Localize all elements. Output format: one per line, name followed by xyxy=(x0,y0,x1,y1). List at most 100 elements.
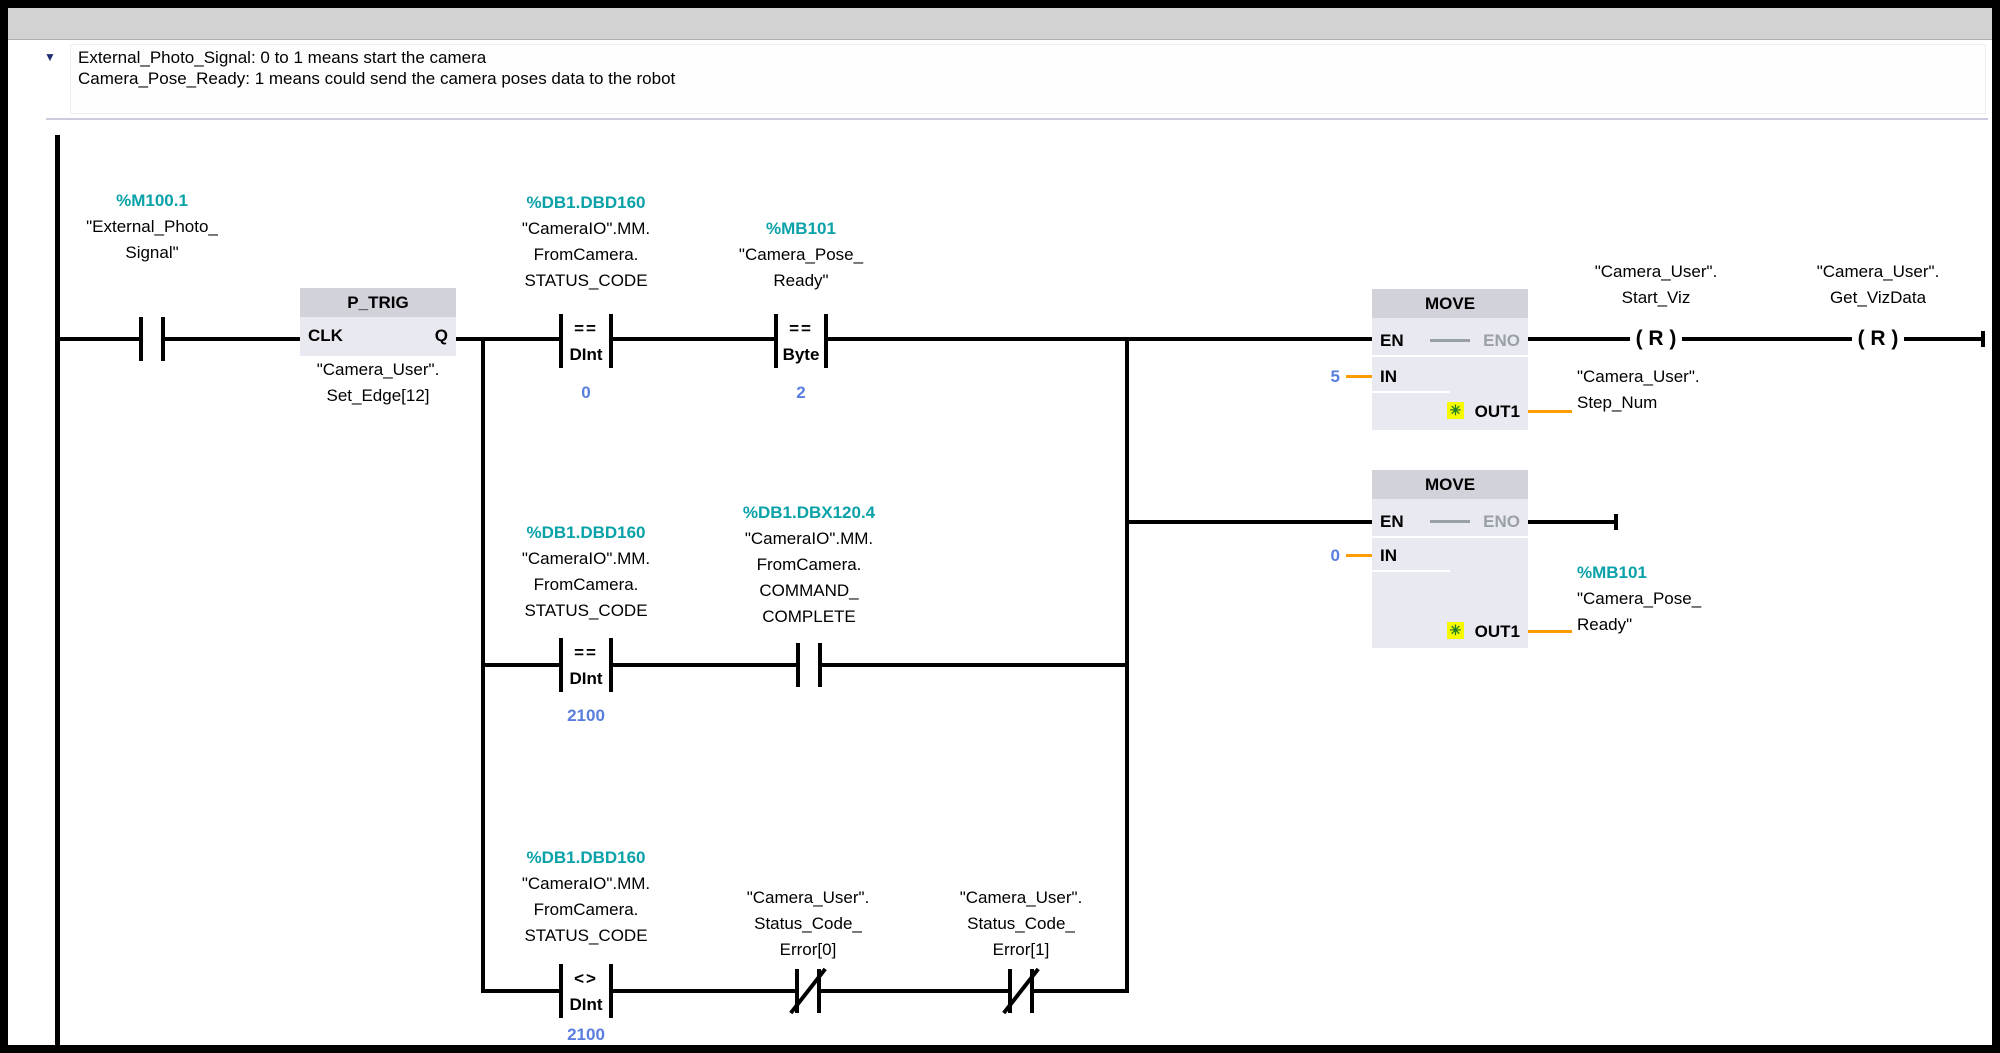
operand-line[interactable]: "Camera_User". xyxy=(1577,364,1700,390)
operand-line[interactable]: FromCamera. xyxy=(522,242,650,268)
address-text[interactable]: %DB1.DBD160 xyxy=(522,520,650,546)
operand-line[interactable]: "Camera_User". xyxy=(747,885,870,911)
window-border-left xyxy=(0,0,8,1053)
operand-label-status-code-1[interactable]: %DB1.DBD160 "CameraIO".MM. FromCamera. S… xyxy=(522,190,650,294)
operand-line[interactable]: "Camera_User". xyxy=(317,357,440,383)
comparator-operator[interactable]: == xyxy=(559,315,613,342)
pin-out1[interactable]: OUT1 xyxy=(1475,619,1520,645)
operand-line[interactable]: "Camera_Pose_ xyxy=(739,242,863,268)
pin-en[interactable]: EN xyxy=(1380,328,1404,354)
operand-line[interactable]: COMMAND_ xyxy=(743,578,875,604)
comparator-status-ne-2100[interactable]: <> DInt xyxy=(559,964,613,1018)
move2-in-value[interactable]: 0 xyxy=(1290,543,1340,569)
operand-line[interactable]: Status_Code_ xyxy=(747,911,870,937)
operand-line[interactable]: "CameraIO".MM. xyxy=(522,216,650,242)
no-contact-external-photo-signal[interactable] xyxy=(139,317,165,361)
comment-collapse-icon[interactable]: ▼ xyxy=(44,50,56,64)
operand-label-step-num[interactable]: "Camera_User". Step_Num xyxy=(1577,364,1700,416)
operand-label-status-code-2[interactable]: %DB1.DBD160 "CameraIO".MM. FromCamera. S… xyxy=(522,520,650,624)
comparator-pose-eq-2[interactable]: == Byte xyxy=(774,314,828,368)
operand-line[interactable]: FromCamera. xyxy=(743,552,875,578)
pin-in[interactable]: IN xyxy=(1380,364,1397,390)
operand-label-camera-pose-ready-out[interactable]: %MB101 "Camera_Pose_ Ready" xyxy=(1577,560,1701,638)
pin-eno[interactable]: ENO xyxy=(1483,328,1520,354)
operand-line[interactable]: Signal" xyxy=(86,240,218,266)
comparator-type[interactable]: DInt xyxy=(559,992,613,1017)
ptrig-box[interactable]: P_TRIG CLK Q xyxy=(300,288,456,356)
move1-title[interactable]: MOVE xyxy=(1372,289,1528,318)
operand-line[interactable]: COMPLETE xyxy=(743,604,875,630)
address-text[interactable]: %M100.1 xyxy=(86,188,218,214)
pin-clk[interactable]: CLK xyxy=(308,323,343,349)
comparator-operator[interactable]: == xyxy=(774,315,828,342)
operand-label-get-vizdata[interactable]: "Camera_User". Get_VizData xyxy=(1817,259,1940,311)
operand-label-status-code-3[interactable]: %DB1.DBD160 "CameraIO".MM. FromCamera. S… xyxy=(522,845,650,949)
address-text[interactable]: %MB101 xyxy=(1577,560,1701,586)
comparator-operator[interactable]: == xyxy=(559,639,613,666)
operand-line[interactable]: FromCamera. xyxy=(522,897,650,923)
operand-label-start-viz[interactable]: "Camera_User". Start_Viz xyxy=(1595,259,1718,311)
operand-line[interactable]: Ready" xyxy=(1577,612,1701,638)
comparator-value[interactable]: 2 xyxy=(796,380,805,406)
comparator-status-eq-0[interactable]: == DInt xyxy=(559,314,613,368)
comparator-type[interactable]: DInt xyxy=(559,666,613,691)
address-text[interactable]: %DB1.DBD160 xyxy=(522,190,650,216)
address-text[interactable]: %DB1.DBD160 xyxy=(522,845,650,871)
operand-label-set-edge[interactable]: "Camera_User". Set_Edge[12] xyxy=(317,357,440,409)
operand-line[interactable]: "Camera_User". xyxy=(960,885,1083,911)
operand-line[interactable]: FromCamera. xyxy=(522,572,650,598)
operand-line[interactable]: Get_VizData xyxy=(1817,285,1940,311)
pin-eno[interactable]: ENO xyxy=(1483,509,1520,535)
operand-label-camera-pose-ready-1[interactable]: %MB101 "Camera_Pose_ Ready" xyxy=(739,216,863,294)
comparator-type[interactable]: Byte xyxy=(774,342,828,367)
move2-title[interactable]: MOVE xyxy=(1372,470,1528,499)
operand-line[interactable]: STATUS_CODE xyxy=(522,598,650,624)
operand-line[interactable]: Ready" xyxy=(739,268,863,294)
operand-label-status-code-error1[interactable]: "Camera_User". Status_Code_ Error[1] xyxy=(960,885,1083,963)
new-value-star-icon: ✳ xyxy=(1447,402,1464,419)
reset-coil-start-viz[interactable]: ( R ) xyxy=(1630,324,1682,354)
nc-contact-status-code-error1[interactable] xyxy=(1008,969,1034,1013)
wire-move2-branch xyxy=(1125,520,1372,524)
comment-line-1[interactable]: External_Photo_Signal: 0 to 1 means star… xyxy=(78,47,486,68)
operand-line[interactable]: "External_Photo_ xyxy=(86,214,218,240)
comparator-operator[interactable]: <> xyxy=(559,965,613,992)
operand-line[interactable]: "CameraIO".MM. xyxy=(522,546,650,572)
operand-label-external-photo-signal[interactable]: %M100.1 "External_Photo_ Signal" xyxy=(86,188,218,266)
pin-in[interactable]: IN xyxy=(1380,543,1397,569)
ptrig-title[interactable]: P_TRIG xyxy=(300,288,456,317)
comparator-value[interactable]: 2100 xyxy=(567,703,605,729)
operand-label-command-complete[interactable]: %DB1.DBX120.4 "CameraIO".MM. FromCamera.… xyxy=(743,500,875,630)
address-text[interactable]: %MB101 xyxy=(739,216,863,242)
operand-line[interactable]: "CameraIO".MM. xyxy=(522,871,650,897)
pin-q[interactable]: Q xyxy=(435,323,448,349)
comparator-type[interactable]: DInt xyxy=(559,342,613,367)
operand-line[interactable]: Start_Viz xyxy=(1595,285,1718,311)
operand-label-status-code-error0[interactable]: "Camera_User". Status_Code_ Error[0] xyxy=(747,885,870,963)
operand-line[interactable]: "CameraIO".MM. xyxy=(743,526,875,552)
operand-line[interactable]: Step_Num xyxy=(1577,390,1700,416)
move1-box[interactable]: MOVE EN ENO IN ✳ OUT1 xyxy=(1372,289,1528,430)
left-power-rail xyxy=(55,135,60,1045)
move2-box[interactable]: MOVE EN ENO IN ✳ OUT1 xyxy=(1372,470,1528,648)
move1-in-value[interactable]: 5 xyxy=(1290,364,1340,390)
operand-line[interactable]: STATUS_CODE xyxy=(522,268,650,294)
operand-line[interactable]: "Camera_User". xyxy=(1817,259,1940,285)
comparator-value[interactable]: 0 xyxy=(581,380,590,406)
pin-en[interactable]: EN xyxy=(1380,509,1404,535)
operand-line[interactable]: Error[1] xyxy=(960,937,1083,963)
reset-coil-get-vizdata[interactable]: ( R ) xyxy=(1852,324,1904,354)
comment-line-2[interactable]: Camera_Pose_Ready: 1 means could send th… xyxy=(78,68,675,89)
window-border-right xyxy=(1992,0,2000,1053)
operand-line[interactable]: STATUS_CODE xyxy=(522,923,650,949)
nc-contact-status-code-error0[interactable] xyxy=(795,969,821,1013)
operand-line[interactable]: "Camera_User". xyxy=(1595,259,1718,285)
comparator-status-eq-2100[interactable]: == DInt xyxy=(559,638,613,692)
operand-line[interactable]: Error[0] xyxy=(747,937,870,963)
address-text[interactable]: %DB1.DBX120.4 xyxy=(743,500,875,526)
operand-line[interactable]: Set_Edge[12] xyxy=(317,383,440,409)
operand-line[interactable]: Status_Code_ xyxy=(960,911,1083,937)
no-contact-command-complete[interactable] xyxy=(796,643,822,687)
pin-out1[interactable]: OUT1 xyxy=(1475,399,1520,425)
operand-line[interactable]: "Camera_Pose_ xyxy=(1577,586,1701,612)
